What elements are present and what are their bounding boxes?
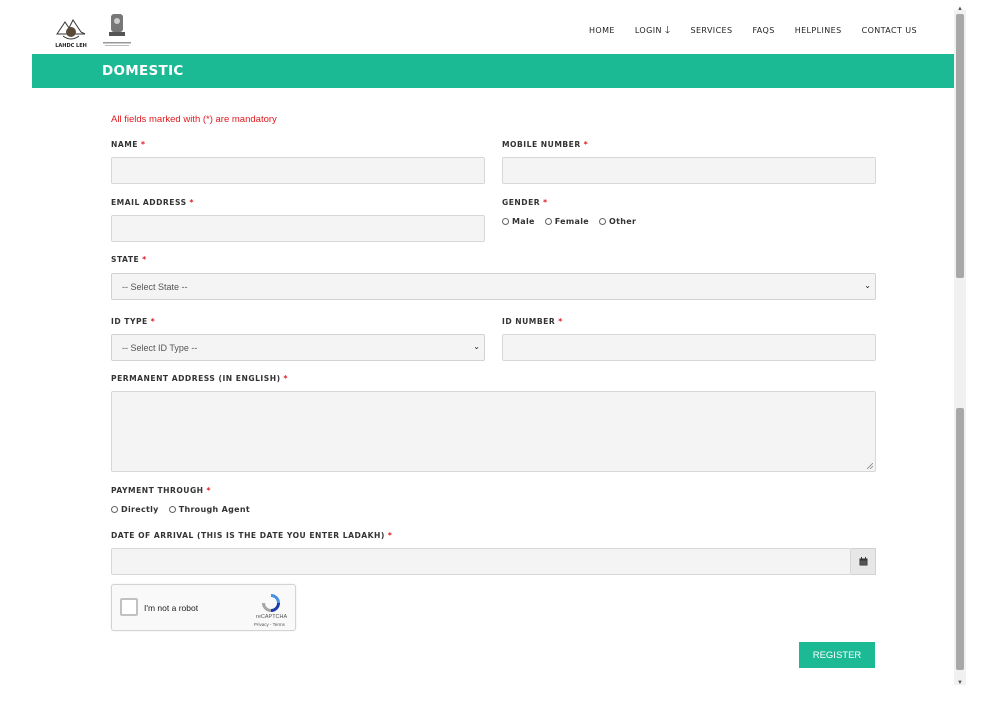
gender-female-radio[interactable]: Female [544, 217, 590, 226]
chevron-down-icon: ⌄ [864, 281, 871, 290]
scroll-up-icon[interactable]: ▲ [955, 6, 965, 14]
register-button[interactable]: REGISTER [799, 642, 875, 668]
main-nav: HOME LOGIN 🡓 SERVICES FAQS HELPLINES CONT… [569, 24, 917, 36]
email-label: EMAIL ADDRESS * [111, 198, 194, 207]
gender-other-radio[interactable]: Other [599, 217, 636, 226]
scroll-down-icon[interactable]: ▼ [955, 680, 965, 688]
page-title: DOMESTIC [102, 63, 184, 79]
scrollbar-thumb-lower[interactable] [956, 408, 964, 670]
chevron-down-icon: ⌄ [473, 342, 480, 351]
mandatory-note: All fields marked with (*) are mandatory [111, 114, 277, 125]
id-type-select-value: -- Select ID Type -- [122, 343, 198, 353]
nav-contact-label: CONTACT US [861, 26, 917, 35]
name-label-text: NAME [111, 140, 138, 149]
arrow-down-icon: 🡓 [664, 24, 671, 36]
permanent-address-textarea[interactable] [111, 391, 876, 472]
mobile-number-input[interactable] [502, 157, 876, 184]
nav-login[interactable]: LOGIN 🡓 [634, 24, 671, 36]
id-type-label-text: ID TYPE [111, 317, 148, 326]
email-input[interactable] [111, 215, 485, 242]
nav-helplines[interactable]: HELPLINES [795, 26, 842, 35]
required-marker: * [583, 140, 589, 149]
nav-home[interactable]: HOME [589, 26, 615, 35]
state-label-text: STATE [111, 255, 140, 264]
name-label: NAME * [111, 140, 145, 149]
lahdc-logo-caption: LAHDC LEH [55, 43, 87, 49]
payment-label-text: PAYMENT THROUGH [111, 486, 204, 495]
state-select[interactable]: -- Select State -- ⌄ [111, 273, 876, 300]
payment-label: PAYMENT THROUGH * [111, 486, 211, 495]
mobile-label-text: MOBILE NUMBER [502, 140, 581, 149]
payment-directly-label: Directly [121, 505, 159, 514]
nav-services-label: SERVICES [690, 26, 733, 35]
id-type-select[interactable]: -- Select ID Type -- ⌄ [111, 334, 485, 361]
nav-faqs[interactable]: FAQS [753, 26, 775, 35]
recaptcha-checkbox[interactable] [120, 598, 138, 616]
payment-agent-label: Through Agent [178, 505, 250, 514]
gender-radio-group: Male Female Other [502, 217, 636, 226]
radio-circle[interactable] [168, 506, 176, 513]
arrival-label-text: DATE OF ARRIVAL (THIS IS THE DATE YOU EN… [111, 531, 385, 540]
radio-circle[interactable] [502, 218, 509, 225]
gender-female-label: Female [554, 217, 590, 226]
email-label-text: EMAIL ADDRESS [111, 198, 187, 207]
id-number-input[interactable] [502, 334, 876, 361]
nav-contact-us[interactable]: CONTACT US [862, 26, 917, 35]
page-banner: DOMESTIC [32, 54, 954, 88]
arrival-label: DATE OF ARRIVAL (THIS IS THE DATE YOU EN… [111, 531, 392, 540]
id-number-label-text: ID NUMBER [502, 317, 556, 326]
id-number-label: ID NUMBER * [502, 317, 563, 326]
lahdc-logo[interactable]: LAHDC LEH [53, 12, 89, 50]
gender-other-label: Other [609, 217, 637, 226]
required-marker: * [150, 317, 156, 326]
required-marker: * [206, 486, 212, 495]
recaptcha-widget: I'm not a robot reCAPTCHA Privacy - Term… [111, 584, 296, 631]
required-marker: * [189, 198, 195, 207]
recaptcha-icon [262, 594, 280, 612]
recaptcha-text: I'm not a robot [144, 603, 199, 613]
gender-label: GENDER * [502, 198, 548, 207]
calendar-button[interactable] [851, 548, 876, 575]
required-marker: * [558, 317, 563, 326]
name-input[interactable] [111, 157, 485, 184]
id-type-label: ID TYPE * [111, 317, 155, 326]
radio-circle[interactable] [599, 218, 607, 225]
address-label-text: PERMANENT ADDRESS (IN ENGLISH) [111, 374, 281, 383]
header-logos: LAHDC LEH [53, 12, 135, 50]
scrollbar-thumb[interactable] [956, 14, 964, 278]
nav-faqs-label: FAQS [752, 26, 775, 35]
gender-label-text: GENDER [502, 198, 541, 207]
radio-circle[interactable] [111, 506, 118, 513]
payment-agent-radio[interactable]: Through Agent [168, 505, 250, 514]
nav-home-label: HOME [588, 26, 615, 35]
state-label: STATE * [111, 255, 147, 264]
radio-circle[interactable] [544, 218, 552, 225]
recaptcha-brand: reCAPTCHA [256, 614, 288, 620]
required-marker: * [283, 374, 289, 383]
recaptcha-links[interactable]: Privacy - Terms [254, 622, 285, 627]
mobile-label: MOBILE NUMBER * [502, 140, 588, 149]
resize-grip-icon[interactable] [867, 463, 873, 469]
calendar-icon [859, 557, 867, 566]
payment-radio-group: Directly Through Agent [111, 505, 250, 514]
required-marker: * [140, 140, 146, 149]
address-label: PERMANENT ADDRESS (IN ENGLISH) * [111, 374, 288, 383]
state-select-value: -- Select State -- [122, 282, 188, 292]
required-marker: * [387, 531, 393, 540]
gender-male-label: Male [512, 217, 535, 226]
required-marker: * [142, 255, 147, 264]
nav-login-label: LOGIN [634, 26, 662, 35]
gender-male-radio[interactable]: Male [502, 217, 535, 226]
national-emblem-logo [99, 12, 135, 50]
arrival-date-input[interactable] [111, 548, 851, 575]
nav-helplines-label: HELPLINES [794, 26, 842, 35]
payment-directly-radio[interactable]: Directly [111, 505, 159, 514]
nav-services[interactable]: SERVICES [690, 26, 732, 35]
required-marker: * [543, 198, 548, 207]
